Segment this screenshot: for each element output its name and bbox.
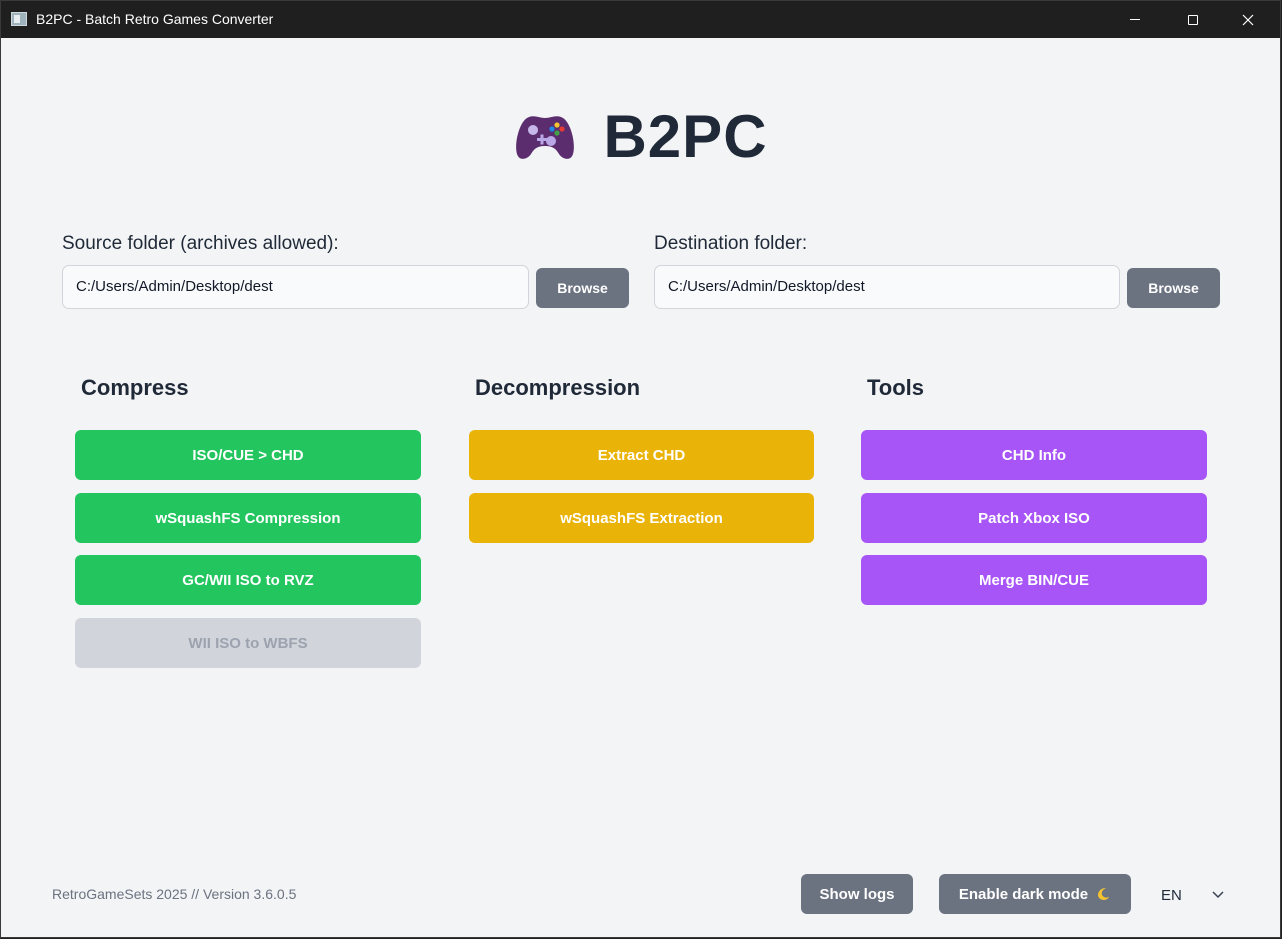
maximize-icon <box>1188 14 1198 25</box>
window-title: B2PC - Batch Retro Games Converter <box>36 11 274 27</box>
dark-mode-button[interactable]: Enable dark mode <box>939 874 1131 914</box>
title-bar: B2PC - Batch Retro Games Converter <box>1 1 1280 38</box>
dark-mode-label: Enable dark mode <box>958 885 1089 903</box>
compress-section-title: Compress <box>81 375 189 400</box>
show-logs-button[interactable]: Show logs <box>801 874 913 914</box>
app-header: B2PC <box>1 101 1280 171</box>
tools-section-title: Tools <box>867 375 925 400</box>
close-icon <box>1242 14 1254 25</box>
patch-xbox-iso-button[interactable]: Patch Xbox ISO <box>861 493 1207 543</box>
wsquashfs-compression-button[interactable]: wSquashFS Compression <box>75 493 421 543</box>
moon-icon <box>1098 888 1110 900</box>
destination-folder-input[interactable]: C:/Users/Admin/Desktop/dest <box>654 265 1120 309</box>
source-folder-label: Source folder (archives allowed): <box>62 233 339 254</box>
minimize-icon <box>1130 19 1140 20</box>
destination-folder-label: Destination folder: <box>654 233 808 254</box>
wsquashfs-extraction-button[interactable]: wSquashFS Extraction <box>469 493 814 543</box>
merge-bin-cue-button[interactable]: Merge BIN/CUE <box>861 555 1207 605</box>
extract-chd-button[interactable]: Extract CHD <box>469 430 814 480</box>
gamepad-icon <box>516 116 575 159</box>
app-title: B2PC <box>603 102 768 170</box>
decompression-section-title: Decompression <box>475 375 641 400</box>
chd-info-button[interactable]: CHD Info <box>861 430 1207 480</box>
app-window: B2PC - Batch Retro Games Converter B2PC … <box>0 0 1281 938</box>
app-window-icon <box>11 12 27 26</box>
iso-cue-to-chd-button[interactable]: ISO/CUE > CHD <box>75 430 421 480</box>
chevron-down-icon <box>1212 891 1224 899</box>
source-browse-button[interactable]: Browse <box>536 268 629 308</box>
wii-iso-to-wbfs-button: WII ISO to WBFS <box>75 618 421 668</box>
close-button[interactable] <box>1225 1 1271 38</box>
maximize-button[interactable] <box>1170 1 1216 38</box>
destination-browse-button[interactable]: Browse <box>1127 268 1220 308</box>
minimize-button[interactable] <box>1112 1 1158 38</box>
source-folder-input[interactable]: C:/Users/Admin/Desktop/dest <box>62 265 529 309</box>
gc-wii-iso-to-rvz-button[interactable]: GC/WII ISO to RVZ <box>75 555 421 605</box>
language-value: EN <box>1161 886 1182 904</box>
language-select[interactable]: EN <box>1151 881 1231 909</box>
version-text: RetroGameSets 2025 // Version 3.6.0.5 <box>52 886 297 902</box>
